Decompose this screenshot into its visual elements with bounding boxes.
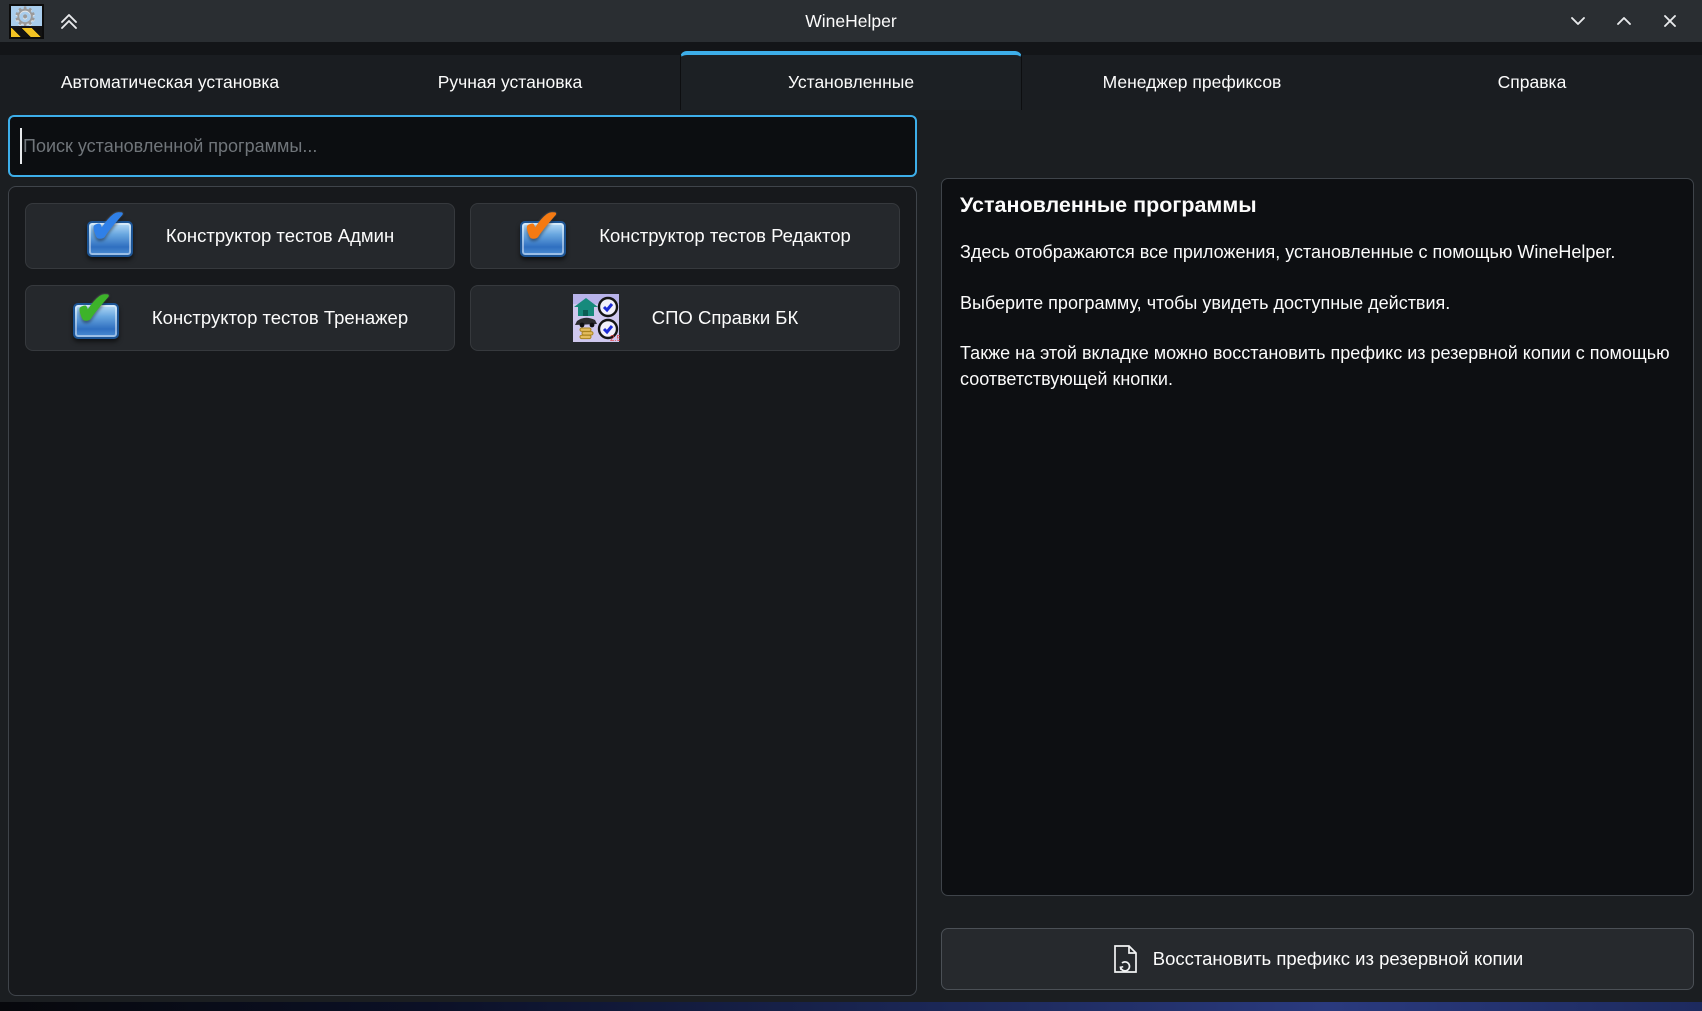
keep-above-icon[interactable] — [58, 10, 80, 32]
tab-help[interactable]: Справка — [1362, 55, 1702, 110]
window-controls — [1568, 11, 1702, 31]
left-column: ✔ Конструктор тестов Админ ✔ Конструктор… — [8, 115, 917, 1002]
hazard-stripes — [11, 26, 42, 37]
info-paragraph: Выберите программу, чтобы увидеть доступ… — [960, 291, 1675, 317]
check-glyph: ✔ — [75, 284, 114, 332]
text-caret — [20, 128, 22, 164]
program-button-konstruktor-trenazher[interactable]: ✔ Конструктор тестов Тренажер — [25, 285, 455, 351]
installed-programs-panel: ✔ Конструктор тестов Админ ✔ Конструктор… — [8, 186, 917, 996]
program-label: Конструктор тестов Админ — [166, 225, 394, 247]
spo-spravki-icon: 2.5 — [572, 294, 620, 342]
tab-installed[interactable]: Установленные — [680, 51, 1022, 110]
window-title: WineHelper — [0, 11, 1702, 32]
checkbox-blue-icon: ✔ — [86, 212, 134, 260]
tab-prefix-manager[interactable]: Менеджер префиксов — [1022, 55, 1362, 110]
restore-button-label: Восстановить префикс из резервной копии — [1153, 948, 1524, 970]
info-title: Установленные программы — [960, 193, 1675, 218]
check-glyph: ✔ — [522, 202, 561, 250]
right-column: Установленные программы Здесь отображают… — [941, 115, 1694, 1002]
tab-bar: Автоматическая установка Ручная установк… — [0, 55, 1702, 110]
maximize-button[interactable] — [1614, 11, 1634, 31]
check-glyph: ✔ — [89, 202, 128, 250]
info-paragraph: Также на этой вкладке можно восстановить… — [960, 341, 1675, 392]
checkbox-green-icon: ✔ — [72, 294, 120, 342]
info-paragraph: Здесь отображаются все приложения, устан… — [960, 240, 1675, 266]
info-panel: Установленные программы Здесь отображают… — [941, 178, 1694, 896]
document-restore-icon — [1112, 944, 1139, 974]
taskbar-edge — [0, 1002, 1702, 1011]
svg-text:2.5: 2.5 — [610, 334, 620, 342]
titlebar-left: ⚙ — [0, 4, 80, 39]
winehelper-window: ⚙ WineHelper Автоматическая установк — [0, 0, 1702, 1011]
app-icon: ⚙ — [9, 4, 44, 39]
minimize-button[interactable] — [1568, 11, 1588, 31]
checkbox-orange-icon: ✔ — [519, 212, 567, 260]
restore-prefix-button[interactable]: Восстановить префикс из резервной копии — [941, 928, 1694, 990]
close-button[interactable] — [1660, 11, 1680, 31]
titlebar[interactable]: ⚙ WineHelper — [0, 0, 1702, 42]
program-button-konstruktor-redaktor[interactable]: ✔ Конструктор тестов Редактор — [470, 203, 900, 269]
search-input[interactable] — [8, 115, 917, 177]
main-content: ✔ Конструктор тестов Админ ✔ Конструктор… — [0, 110, 1702, 1002]
tab-manual-install[interactable]: Ручная установка — [340, 55, 680, 110]
program-label: СПО Справки БК — [652, 307, 798, 329]
program-label: Конструктор тестов Редактор — [599, 225, 851, 247]
tab-auto-install[interactable]: Автоматическая установка — [0, 55, 340, 110]
search-wrapper — [8, 115, 917, 177]
program-button-spo-spravki[interactable]: 2.5 СПО Справки БК — [470, 285, 900, 351]
program-button-konstruktor-admin[interactable]: ✔ Конструктор тестов Админ — [25, 203, 455, 269]
program-label: Конструктор тестов Тренажер — [152, 307, 408, 329]
